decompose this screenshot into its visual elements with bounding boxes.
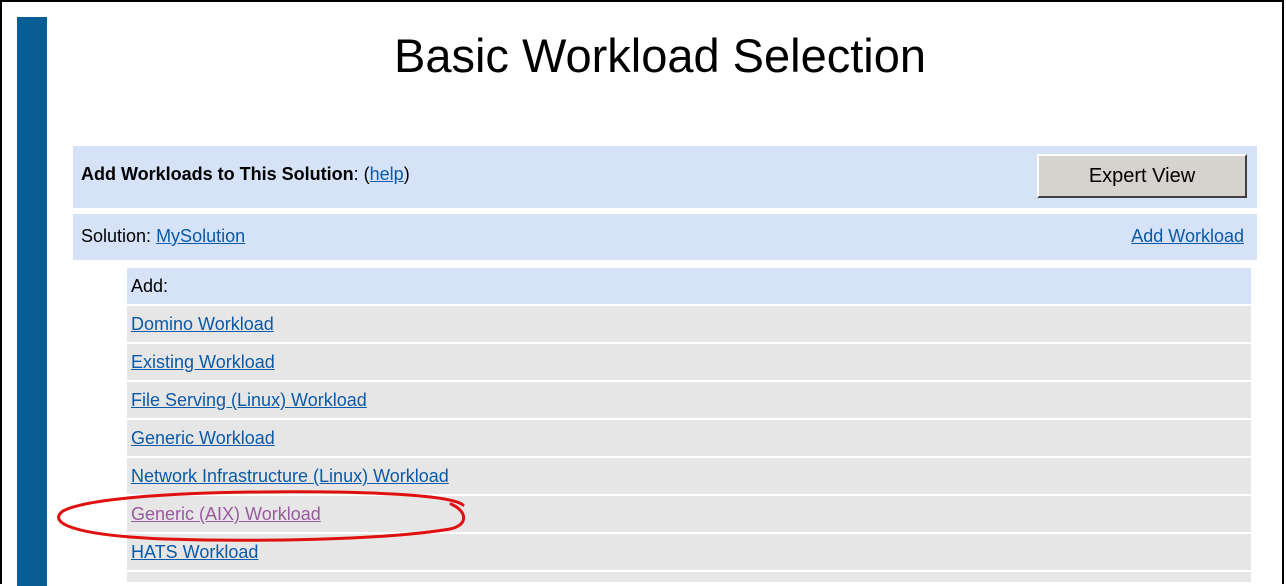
list-header: Add:: [127, 268, 1251, 304]
solution-band: [73, 214, 1257, 260]
solution-prefix: Solution:: [81, 226, 157, 246]
expert-view-button[interactable]: Expert View: [1037, 154, 1247, 198]
domino-workload-link[interactable]: Domino Workload: [131, 314, 274, 334]
header-label-close: ): [403, 164, 410, 184]
add-workload-link[interactable]: Add Workload: [1131, 226, 1244, 247]
list-item: Existing Workload: [127, 344, 1251, 380]
workload-list: Add: Domino Workload Existing Workload F…: [127, 268, 1251, 584]
list-item: Network Infrastructure (Linux) Workload: [127, 458, 1251, 494]
solution-name-link[interactable]: MySolution: [156, 226, 245, 246]
list-item: Domino Workload: [127, 306, 1251, 342]
hats-workload-link[interactable]: HATS Workload: [131, 542, 258, 562]
file-serving-linux-workload-link[interactable]: File Serving (Linux) Workload: [131, 390, 367, 410]
list-item: Generic Workload: [127, 420, 1251, 456]
generic-aix-workload-link[interactable]: Generic (AIX) Workload: [131, 504, 321, 524]
header-label: Add Workloads to This Solution: (help): [81, 164, 410, 185]
generic-workload-link[interactable]: Generic Workload: [131, 428, 275, 448]
network-infrastructure-linux-workload-link[interactable]: Network Infrastructure (Linux) Workload: [131, 466, 449, 486]
list-item: Generic (AIX) Workload: [127, 496, 1251, 532]
header-label-colon: : (: [353, 164, 370, 184]
solution-label: Solution: MySolution: [81, 226, 245, 247]
list-item: File Serving (Linux) Workload: [127, 382, 1251, 418]
page-title: Basic Workload Selection: [393, 29, 927, 82]
existing-workload-link[interactable]: Existing Workload: [131, 352, 275, 372]
header-label-text: Add Workloads to This Solution: [81, 164, 354, 184]
list-item-partial: [127, 572, 1251, 582]
left-accent-bar: [17, 17, 47, 586]
list-item: HATS Workload: [127, 534, 1251, 570]
help-link[interactable]: help: [370, 164, 404, 184]
